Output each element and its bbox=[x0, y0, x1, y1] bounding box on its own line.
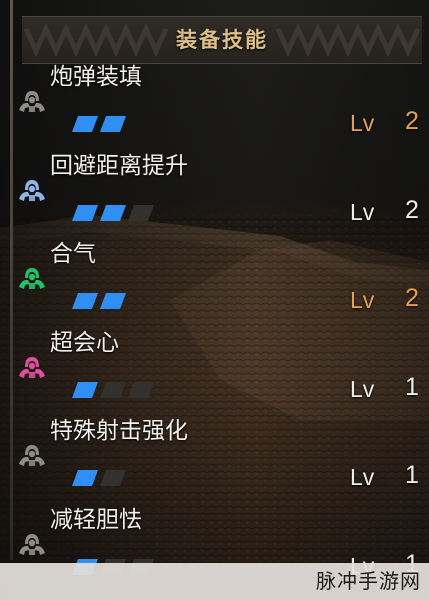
skill-level-value: 1 bbox=[405, 372, 419, 401]
skill-jewel-icon bbox=[19, 91, 45, 112]
skill-name: 超会心 bbox=[50, 329, 119, 356]
skill-name: 炮弹装填 bbox=[50, 64, 142, 90]
panel-header: 装备技能 bbox=[22, 16, 422, 64]
skill-level-gauge bbox=[72, 381, 154, 398]
skill-level-gauge bbox=[72, 470, 126, 486]
skill-jewel-icon bbox=[19, 356, 45, 378]
skill-level-value: 2 bbox=[405, 107, 419, 135]
watermark-bar: 脉冲手游网 bbox=[0, 563, 429, 600]
level-pip-filled bbox=[72, 204, 98, 221]
level-pip-filled bbox=[100, 116, 126, 132]
skill-level-gauge bbox=[72, 293, 126, 309]
skill-name: 回避距离提升 bbox=[50, 152, 188, 179]
level-pip-empty bbox=[128, 204, 154, 221]
level-pip-filled bbox=[72, 470, 98, 486]
skill-jewel-icon bbox=[19, 268, 45, 289]
skill-level-label: Lv bbox=[350, 287, 375, 313]
skill-row[interactable]: 合气 Lv 2 bbox=[0, 239, 429, 327]
skill-level-label: Lv bbox=[350, 198, 375, 225]
skill-jewel-icon bbox=[19, 533, 45, 555]
skill-level-value: 1 bbox=[405, 461, 419, 489]
skill-row[interactable]: 炮弹装填 Lv 2 bbox=[0, 62, 429, 150]
panel-title: 装备技能 bbox=[176, 28, 268, 52]
skill-level-value: 2 bbox=[405, 195, 419, 224]
level-pip-filled bbox=[100, 293, 126, 309]
level-pip-filled bbox=[72, 381, 98, 398]
skill-row[interactable]: 特殊射击强化 Lv 1 bbox=[0, 416, 429, 504]
skill-level-label: Lv bbox=[350, 110, 375, 136]
level-pip-filled bbox=[72, 293, 98, 309]
level-pip-empty bbox=[100, 470, 126, 486]
level-pip-filled bbox=[100, 204, 126, 221]
skill-name: 合气 bbox=[50, 241, 96, 267]
level-pip-empty bbox=[128, 381, 154, 398]
skill-jewel-icon bbox=[19, 179, 45, 201]
skill-row[interactable]: 超会心 Lv 1 bbox=[0, 328, 429, 416]
skill-level-gauge bbox=[72, 116, 126, 132]
watermark-text: 脉冲手游网 bbox=[316, 569, 421, 593]
skill-name: 特殊射击强化 bbox=[50, 418, 188, 444]
skill-level-value: 2 bbox=[405, 284, 419, 312]
skill-name: 减轻胆怯 bbox=[50, 506, 142, 533]
skill-jewel-icon bbox=[19, 445, 45, 466]
skill-level-label: Lv bbox=[350, 464, 375, 490]
skill-level-label: Lv bbox=[350, 375, 375, 402]
level-pip-filled bbox=[72, 116, 98, 132]
level-pip-empty bbox=[100, 381, 126, 398]
skill-level-gauge bbox=[72, 204, 154, 221]
skill-row[interactable]: 回避距离提升 Lv 2 bbox=[0, 151, 429, 239]
